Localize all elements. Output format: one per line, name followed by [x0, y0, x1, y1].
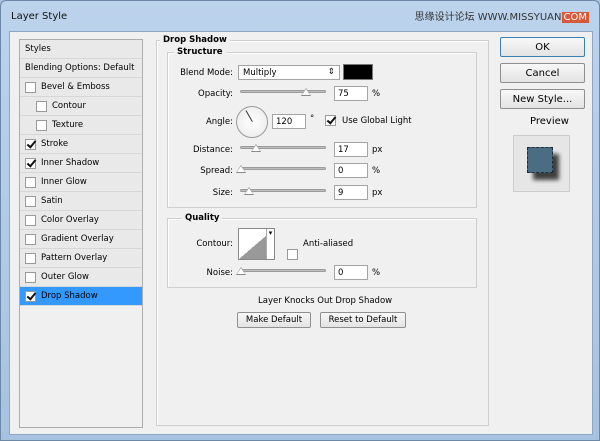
spread-slider-thumb[interactable] — [236, 165, 246, 173]
style-item-outer-glow[interactable]: Outer Glow — [20, 268, 142, 287]
use-global-light-label: Use Global Light — [342, 116, 412, 126]
reset-to-default-button[interactable]: Reset to Default — [320, 312, 406, 328]
distance-unit: px — [372, 145, 383, 155]
style-item-contour[interactable]: Contour — [20, 97, 142, 116]
dialog-body: Styles Blending Options: Default Bevel &… — [9, 31, 593, 435]
style-checkbox[interactable] — [25, 81, 36, 93]
angle-unit: ° — [310, 114, 315, 124]
style-checkbox[interactable] — [36, 119, 47, 131]
angle-label: Angle: — [205, 117, 233, 127]
style-item-pattern-overlay[interactable]: Pattern Overlay — [20, 249, 142, 268]
contour-picker[interactable]: ▾ — [238, 228, 275, 260]
make-default-button[interactable]: Make Default — [237, 312, 311, 328]
style-checkbox[interactable] — [36, 100, 47, 112]
shadow-color-swatch[interactable] — [343, 64, 373, 80]
styles-header[interactable]: Styles — [20, 40, 142, 59]
style-item-label: Outer Glow — [41, 272, 89, 282]
spread-label: Spread: — [200, 166, 233, 176]
watermark: 思缘设计论坛 WWW.MISSYUAN COM — [414, 12, 589, 23]
style-checkbox[interactable] — [25, 195, 36, 207]
opacity-label: Opacity: — [198, 89, 233, 99]
style-item-label: Drop Shadow — [41, 291, 98, 301]
style-item-drop-shadow[interactable]: Drop Shadow — [20, 287, 142, 306]
style-checkbox[interactable] — [25, 271, 36, 283]
style-item-label: Inner Glow — [41, 177, 87, 187]
size-input[interactable]: 9 — [334, 185, 368, 200]
angle-dial[interactable] — [236, 106, 268, 138]
style-item-label: Stroke — [41, 139, 69, 149]
style-item-satin[interactable]: Satin — [20, 192, 142, 211]
style-checkbox[interactable] — [25, 290, 36, 302]
preview-thumbnail — [513, 135, 570, 192]
new-style-button[interactable]: New Style... — [500, 89, 585, 109]
size-slider-thumb[interactable] — [243, 187, 254, 195]
angle-needle — [245, 110, 253, 122]
distance-slider[interactable] — [240, 144, 326, 152]
style-item-bevel-emboss[interactable]: Bevel & Emboss — [20, 78, 142, 97]
blending-options-item[interactable]: Blending Options: Default — [20, 59, 142, 78]
preview-label: Preview — [530, 116, 569, 127]
knockout-label: Layer Knocks Out Drop Shadow — [258, 296, 393, 306]
style-item-label: Texture — [52, 120, 84, 130]
noise-label: Noise: — [206, 268, 233, 278]
style-item-label: Inner Shadow — [41, 158, 100, 168]
select-arrows-icon: ⇕ — [327, 67, 335, 77]
distance-slider-thumb[interactable] — [251, 144, 262, 152]
use-global-light-checkbox[interactable] — [325, 115, 336, 126]
style-checkbox[interactable] — [25, 157, 36, 169]
blend-mode-select[interactable]: Multiply ⇕ — [238, 65, 340, 80]
quality-title: Quality — [182, 213, 223, 223]
structure-title: Structure — [174, 47, 226, 57]
contour-dropdown-arrow-icon[interactable]: ▾ — [266, 229, 274, 259]
style-checkbox[interactable] — [25, 138, 36, 150]
anti-aliased-label: Anti-aliased — [303, 239, 354, 249]
layer-style-window: Layer Style 思缘设计论坛 WWW.MISSYUAN COM Style… — [0, 0, 600, 441]
style-item-label: Contour — [52, 101, 86, 111]
styles-list: Styles Blending Options: Default Bevel &… — [19, 39, 143, 428]
style-checkbox[interactable] — [25, 252, 36, 264]
panel-title: Drop Shadow — [160, 35, 230, 45]
anti-aliased-checkbox[interactable] — [287, 249, 298, 260]
style-item-stroke[interactable]: Stroke — [20, 135, 142, 154]
opacity-input[interactable]: 75 — [334, 86, 368, 101]
size-label: Size: — [212, 188, 233, 198]
blend-mode-label: Blend Mode: — [180, 68, 233, 78]
style-item-label: Gradient Overlay — [41, 234, 114, 244]
window-title: Layer Style — [11, 11, 68, 22]
style-item-label: Color Overlay — [41, 215, 99, 225]
noise-slider-thumb[interactable] — [236, 267, 246, 275]
style-item-inner-shadow[interactable]: Inner Shadow — [20, 154, 142, 173]
style-item-gradient-overlay[interactable]: Gradient Overlay — [20, 230, 142, 249]
style-item-inner-glow[interactable]: Inner Glow — [20, 173, 142, 192]
style-checkbox[interactable] — [25, 214, 36, 226]
spread-input[interactable]: 0 — [334, 163, 368, 178]
style-item-label: Satin — [41, 196, 63, 206]
ok-button[interactable]: OK — [500, 37, 585, 57]
style-checkbox[interactable] — [25, 176, 36, 188]
distance-label: Distance: — [192, 145, 233, 155]
size-slider[interactable] — [240, 187, 326, 195]
angle-input[interactable]: 120 — [272, 114, 306, 129]
distance-input[interactable]: 17 — [334, 142, 368, 157]
contour-label: Contour: — [196, 239, 233, 249]
style-item-color-overlay[interactable]: Color Overlay — [20, 211, 142, 230]
size-unit: px — [372, 188, 383, 198]
noise-input[interactable]: 0 — [334, 265, 368, 280]
noise-unit: % — [372, 268, 381, 278]
noise-slider[interactable] — [236, 267, 326, 275]
style-item-texture[interactable]: Texture — [20, 116, 142, 135]
spread-slider[interactable] — [236, 165, 326, 173]
opacity-unit: % — [372, 89, 381, 99]
style-item-label: Bevel & Emboss — [41, 82, 110, 92]
cancel-button[interactable]: Cancel — [500, 63, 585, 83]
opacity-slider[interactable] — [240, 88, 326, 96]
spread-unit: % — [372, 166, 381, 176]
opacity-slider-thumb[interactable] — [300, 88, 311, 96]
style-checkbox[interactable] — [25, 233, 36, 245]
style-item-label: Pattern Overlay — [41, 253, 108, 263]
